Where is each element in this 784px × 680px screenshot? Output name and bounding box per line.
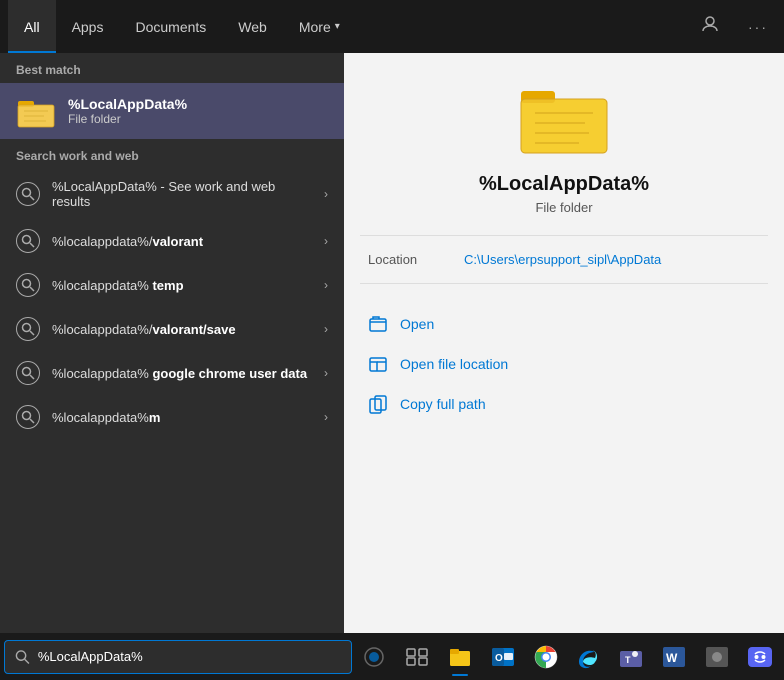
folder-icon-large <box>519 77 609 157</box>
search-result-icon-2 <box>16 229 40 253</box>
tab-all[interactable]: All <box>8 0 56 53</box>
location-path-link[interactable]: C:\Users\erpsupport_sipl\AppData <box>464 252 661 267</box>
cortana-icon <box>363 646 385 668</box>
magnifier-icon-4 <box>21 322 35 336</box>
edge-button[interactable] <box>568 635 609 679</box>
chevron-icon-4: › <box>324 322 328 336</box>
search-result-3[interactable]: %localappdata% temp › <box>0 263 344 307</box>
taskbar-search-icon <box>15 649 30 665</box>
divider-bottom <box>360 283 768 284</box>
copy-icon <box>368 394 388 414</box>
location-row: Location C:\Users\erpsupport_sipl\AppDat… <box>360 248 768 271</box>
search-result-4[interactable]: %localappdata%/valorant/save › <box>0 307 344 351</box>
search-result-text-1: %LocalAppData% - See work and web result… <box>52 179 312 209</box>
action-open-label: Open <box>400 316 434 332</box>
tab-apps[interactable]: Apps <box>56 0 120 53</box>
best-match-label: Best match <box>0 53 344 83</box>
folder-icon <box>16 91 56 131</box>
file-explorer-button[interactable] <box>440 635 481 679</box>
teams-button[interactable]: T <box>611 635 652 679</box>
app-placeholder-button[interactable] <box>696 635 737 679</box>
file-explorer-indicator <box>452 674 468 676</box>
ellipsis-icon-button[interactable]: ··· <box>740 15 776 39</box>
edge-icon <box>575 644 601 670</box>
magnifier-icon <box>21 187 35 201</box>
teams-icon: T <box>618 644 644 670</box>
action-copy-full-path-label: Copy full path <box>400 396 486 412</box>
action-open-file-location-label: Open file location <box>400 356 508 372</box>
search-result-text-6: %localappdata%m <box>52 410 312 425</box>
taskbar: O T W <box>0 633 784 680</box>
search-result-5[interactable]: %localappdata% google chrome user data › <box>0 351 344 395</box>
search-result-text-3: %localappdata% temp <box>52 278 312 293</box>
open-file-location-icon <box>368 354 388 374</box>
best-match-subtitle: File folder <box>68 112 187 126</box>
search-result-text-4: %localappdata%/valorant/save <box>52 322 312 337</box>
magnifier-icon-5 <box>21 366 35 380</box>
tab-web[interactable]: Web <box>222 0 283 53</box>
search-result-icon-6 <box>16 405 40 429</box>
magnifier-icon-3 <box>21 278 35 292</box>
best-match-text: %LocalAppData% File folder <box>68 96 187 126</box>
search-result-2[interactable]: %localappdata%/valorant › <box>0 219 344 263</box>
left-panel: Best match %LocalAppData% File folder Se… <box>0 53 344 633</box>
search-result-1[interactable]: %LocalAppData% - See work and web result… <box>0 169 344 219</box>
action-open-file-location[interactable]: Open file location <box>360 344 768 384</box>
best-match-title: %LocalAppData% <box>68 96 187 112</box>
svg-text:O: O <box>495 653 503 664</box>
tab-more[interactable]: More ▾ <box>283 0 356 53</box>
chevron-icon-6: › <box>324 410 328 424</box>
svg-text:W: W <box>666 651 678 665</box>
divider-top <box>360 235 768 236</box>
word-button[interactable]: W <box>654 635 695 679</box>
feedback-icon-button[interactable] <box>692 10 728 43</box>
magnifier-icon-6 <box>21 410 35 424</box>
magnifier-icon-2 <box>21 234 35 248</box>
outlook-icon: O <box>490 644 516 670</box>
tab-documents[interactable]: Documents <box>119 0 222 53</box>
open-icon <box>368 314 388 334</box>
action-open[interactable]: Open <box>360 304 768 344</box>
search-result-icon-3 <box>16 273 40 297</box>
best-match-item[interactable]: %LocalAppData% File folder <box>0 83 344 139</box>
task-view-icon <box>406 648 428 666</box>
taskbar-search-box[interactable] <box>4 640 352 674</box>
file-explorer-icon <box>447 644 473 670</box>
search-result-text-2: %localappdata%/valorant <box>52 234 312 249</box>
nav-right-icons: ··· <box>692 10 776 43</box>
discord-icon <box>747 644 773 670</box>
search-result-6[interactable]: %localappdata%m › <box>0 395 344 439</box>
cortana-button[interactable] <box>354 635 395 679</box>
search-result-icon-5 <box>16 361 40 385</box>
taskbar-search-input[interactable] <box>38 649 341 664</box>
search-result-icon-1 <box>16 182 40 206</box>
discord-button[interactable] <box>739 635 780 679</box>
chevron-icon-2: › <box>324 234 328 248</box>
search-result-text-5: %localappdata% google chrome user data <box>52 366 312 381</box>
right-panel-subtitle: File folder <box>535 200 592 215</box>
action-copy-full-path[interactable]: Copy full path <box>360 384 768 424</box>
chrome-button[interactable] <box>525 635 566 679</box>
task-view-button[interactable] <box>397 635 438 679</box>
chevron-icon-5: › <box>324 366 328 380</box>
svg-text:T: T <box>625 655 631 665</box>
top-nav: All Apps Documents Web More ▾ ··· <box>0 0 784 53</box>
chrome-icon <box>533 644 559 670</box>
right-panel-title: %LocalAppData% <box>479 173 649 196</box>
location-label: Location <box>368 252 448 267</box>
nav-tabs: All Apps Documents Web More ▾ <box>8 0 356 53</box>
chevron-icon-1: › <box>324 187 328 201</box>
search-result-icon-4 <box>16 317 40 341</box>
action-list: Open Open file location Copy full path <box>360 304 768 424</box>
outlook-button[interactable]: O <box>482 635 523 679</box>
search-web-label: Search work and web <box>0 139 344 169</box>
right-panel: %LocalAppData% File folder Location C:\U… <box>344 53 784 633</box>
main-area: Best match %LocalAppData% File folder Se… <box>0 53 784 633</box>
unknown-app-icon <box>704 644 730 670</box>
person-icon <box>700 14 720 34</box>
word-icon: W <box>661 644 687 670</box>
chevron-icon-3: › <box>324 278 328 292</box>
